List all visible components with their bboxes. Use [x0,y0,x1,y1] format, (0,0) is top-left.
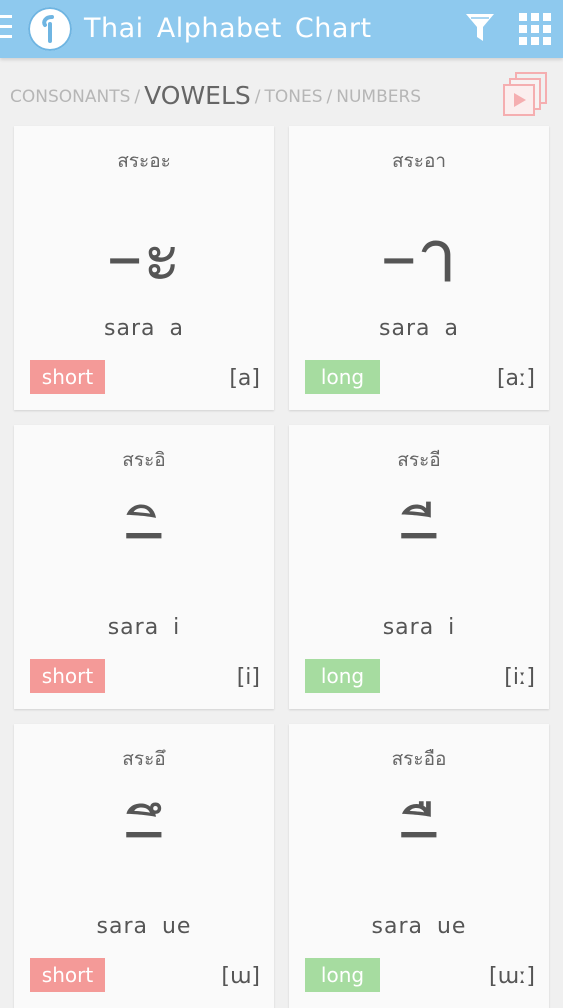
vowel-glyph: –ิ [126,498,162,572]
thai-name: สระอือ [391,748,447,770]
app-bar: Thai Alphabet Chart [0,0,563,58]
grid-icon[interactable] [516,10,554,48]
thai-name: สระอึ [122,748,166,770]
vowel-card[interactable]: สระอะ –ะ sara a short [a] [14,126,274,410]
ipa-label: [ɯ] [221,964,260,989]
nav-separator: / [254,87,261,107]
length-badge: long [305,958,380,992]
vowel-glyph: –ึ [126,797,162,871]
thai-name: สระอี [397,449,441,471]
vowel-card[interactable]: สระอิ –ิ sara i short [i] [14,425,274,709]
vowel-card[interactable]: สระอา –า sara a long [aː] [289,126,549,410]
nav-separator: / [134,87,141,107]
tab-numbers[interactable]: NUMBERS [336,87,421,107]
category-nav: CONSONANTS / VOWELS / TONES / NUMBERS [10,78,421,114]
tab-vowels[interactable]: VOWELS [144,81,251,110]
length-badge: long [305,360,380,394]
vowel-glyph: –ื [401,797,437,871]
app-logo-icon [28,7,72,51]
romanization: sara ue [371,914,467,939]
vowel-card[interactable]: สระอือ –ื sara ue long [ɯː] [289,724,549,1008]
hamburger-icon[interactable] [0,15,12,43]
romanization: sara a [104,316,184,341]
length-badge: short [30,958,105,992]
tab-consonants[interactable]: CONSONANTS [10,87,130,107]
romanization: sara i [382,615,456,640]
thai-name: สระอา [391,150,447,172]
vowel-glyph: –า [380,214,458,298]
ipa-label: [aː] [496,366,535,391]
vowel-card[interactable]: สระอึ –ึ sara ue short [ɯ] [14,724,274,1008]
romanization: sara ue [96,914,192,939]
ipa-label: [iː] [504,665,535,690]
vowel-card[interactable]: สระอี –ี sara i long [iː] [289,425,549,709]
romanization: sara i [107,615,181,640]
ipa-label: [ɯː] [488,964,535,989]
flashcards-play-icon[interactable] [500,70,552,118]
thai-name: สระอิ [122,449,166,471]
length-badge: short [30,360,105,394]
tab-tones[interactable]: TONES [265,87,323,107]
romanization: sara a [379,316,459,341]
length-badge: short [30,659,105,693]
thai-name: สระอะ [117,150,171,172]
nav-separator: / [326,87,333,107]
filter-icon[interactable] [462,10,498,46]
ipa-label: [a] [229,366,260,391]
vowel-glyph: –ะ [106,214,182,298]
length-badge: long [305,659,380,693]
app-title: Thai Alphabet Chart [84,13,372,44]
vowel-glyph: –ี [401,498,437,572]
ipa-label: [i] [236,665,260,690]
